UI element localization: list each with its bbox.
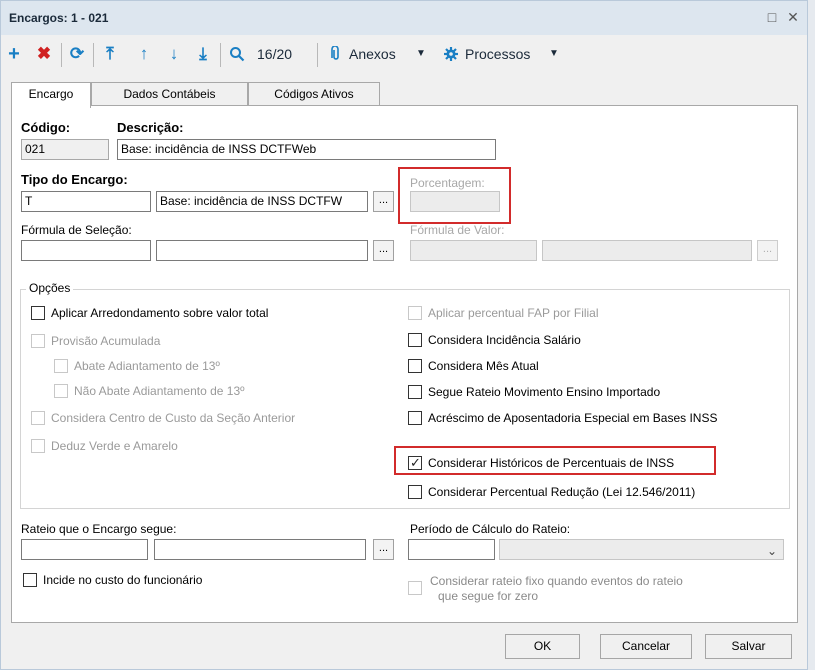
attachments-menu[interactable]: Anexos xyxy=(349,45,396,63)
checkbox[interactable] xyxy=(31,334,45,348)
codigo-field[interactable]: 021 xyxy=(21,139,109,160)
cancel-button[interactable]: Cancelar xyxy=(600,634,692,659)
encargos-window: Encargos: 1 - 021 □ ✕ + ✖ ⟳ ⤒ ↑ ↓ ⤓ 16/2… xyxy=(0,0,808,670)
formula-selecao-lookup-button[interactable]: ... xyxy=(373,240,394,261)
checkbox-label: Incide no custo do funcionário xyxy=(43,573,203,587)
highlight-porcentagem xyxy=(398,167,511,224)
background-edge xyxy=(808,0,815,670)
periodo-calculo-select[interactable]: ⌄ xyxy=(499,539,784,560)
checkbox[interactable] xyxy=(408,306,422,320)
save-button[interactable]: Salvar xyxy=(705,634,792,659)
checkbox[interactable] xyxy=(31,411,45,425)
chevron-down-icon[interactable]: ▼ xyxy=(549,45,559,63)
descricao-field[interactable]: Base: incidência de INSS DCTFWeb xyxy=(117,139,496,160)
checkbox[interactable] xyxy=(408,485,422,499)
highlight-historicos-inss xyxy=(394,446,716,475)
periodo-calculo-label: Período de Cálculo do Rateio: xyxy=(410,522,571,536)
delete-icon[interactable]: ✖ xyxy=(35,43,53,65)
rateio-code-field[interactable] xyxy=(21,539,148,560)
formula-valor-label: Fórmula de Valor: xyxy=(410,223,505,237)
tab-dados-contabeis[interactable]: Dados Contábeis xyxy=(91,82,248,106)
title-bar: Encargos: 1 - 021 □ ✕ xyxy=(1,1,807,35)
close-button[interactable]: ✕ xyxy=(785,9,801,25)
chevron-down-icon: ⌄ xyxy=(766,544,777,558)
rateio-fixo-label-line1: Considerar rateio fixo quando eventos do… xyxy=(430,574,683,588)
checkbox-label: Aplicar percentual FAP por Filial xyxy=(428,306,599,320)
checkbox-label: Considerar Percentual Redução (Lei 12.54… xyxy=(428,485,696,499)
checkbox-label: Segue Rateio Movimento Ensino Importado xyxy=(428,385,661,399)
opcoes-group-label: Opções xyxy=(26,281,74,295)
checkbox-label: Provisão Acumulada xyxy=(51,334,161,348)
checkbox[interactable] xyxy=(54,359,68,373)
processes-menu[interactable]: Processos xyxy=(465,45,530,63)
paperclip-icon[interactable] xyxy=(329,43,343,65)
toolbar: + ✖ ⟳ ⤒ ↑ ↓ ⤓ 16/20 Anexos ▼ Processos ▼ xyxy=(1,35,807,73)
tab-encargo[interactable]: Encargo xyxy=(11,82,91,108)
rateio-label: Rateio que o Encargo segue: xyxy=(21,522,177,536)
checkbox-label: Aplicar Arredondamento sobre valor total xyxy=(51,306,269,320)
checkbox[interactable] xyxy=(408,333,422,347)
checkbox[interactable] xyxy=(408,385,422,399)
checkbox[interactable] xyxy=(31,439,45,453)
record-position: 16/20 xyxy=(257,46,293,62)
toolbar-separator xyxy=(61,43,62,67)
rateio-desc-field[interactable] xyxy=(154,539,366,560)
checkbox[interactable] xyxy=(54,384,68,398)
ok-button[interactable]: OK xyxy=(505,634,580,659)
tipo-encargo-lookup-button[interactable]: ... xyxy=(373,191,394,212)
rateio-lookup-button[interactable]: ... xyxy=(373,539,394,560)
descricao-label: Descrição: xyxy=(117,120,184,135)
formula-selecao-desc-field[interactable] xyxy=(156,240,368,261)
checkbox-label: Acréscimo de Aposentadoria Especial em B… xyxy=(428,411,718,425)
checkbox-label: Considera Mês Atual xyxy=(428,359,539,373)
add-icon[interactable]: + xyxy=(5,43,23,65)
checkbox-label: Deduz Verde e Amarelo xyxy=(51,439,178,453)
formula-selecao-label: Fórmula de Seleção: xyxy=(21,223,132,237)
chevron-down-icon[interactable]: ▼ xyxy=(416,45,426,63)
formula-valor-desc-field[interactable] xyxy=(542,240,752,261)
tipo-encargo-desc-field[interactable]: Base: incidência de INSS DCTFW xyxy=(156,191,368,212)
first-record-icon[interactable]: ⤒ xyxy=(101,43,119,65)
tipo-encargo-code-field[interactable]: T xyxy=(21,191,151,212)
toolbar-separator xyxy=(317,43,318,67)
checkbox[interactable] xyxy=(408,581,422,595)
last-record-icon[interactable]: ⤓ xyxy=(194,43,212,65)
opcoes-group xyxy=(20,289,790,509)
checkbox-label: Considera Centro de Custo da Seção Anter… xyxy=(51,411,296,425)
checkbox-label: Não Abate Adiantamento de 13º xyxy=(74,384,245,398)
next-record-icon[interactable]: ↓ xyxy=(165,43,183,65)
previous-record-icon[interactable]: ↑ xyxy=(135,43,153,65)
formula-valor-lookup-button[interactable]: ... xyxy=(757,240,778,261)
checkbox[interactable] xyxy=(408,411,422,425)
tab-codigos-ativos[interactable]: Códigos Ativos xyxy=(248,82,380,106)
window-title: Encargos: 1 - 021 xyxy=(9,11,109,25)
tipo-encargo-label: Tipo do Encargo: xyxy=(21,172,128,187)
checkbox[interactable] xyxy=(31,306,45,320)
checkbox[interactable] xyxy=(408,359,422,373)
rateio-fixo-label-line2: que segue for zero xyxy=(438,589,539,603)
periodo-calculo-field[interactable] xyxy=(408,539,495,560)
restore-button[interactable]: □ xyxy=(764,9,780,25)
search-icon[interactable] xyxy=(227,43,247,65)
toolbar-separator xyxy=(220,43,221,67)
formula-valor-code-field[interactable] xyxy=(410,240,537,261)
refresh-icon[interactable]: ⟳ xyxy=(67,43,87,65)
checkbox-label: Abate Adiantamento de 13º xyxy=(74,359,220,373)
checkbox-label: Considera Incidência Salário xyxy=(428,333,581,347)
codigo-label: Código: xyxy=(21,120,71,135)
toolbar-separator xyxy=(93,43,94,67)
checkbox[interactable] xyxy=(23,573,37,587)
gear-icon[interactable] xyxy=(443,43,459,65)
formula-selecao-code-field[interactable] xyxy=(21,240,151,261)
